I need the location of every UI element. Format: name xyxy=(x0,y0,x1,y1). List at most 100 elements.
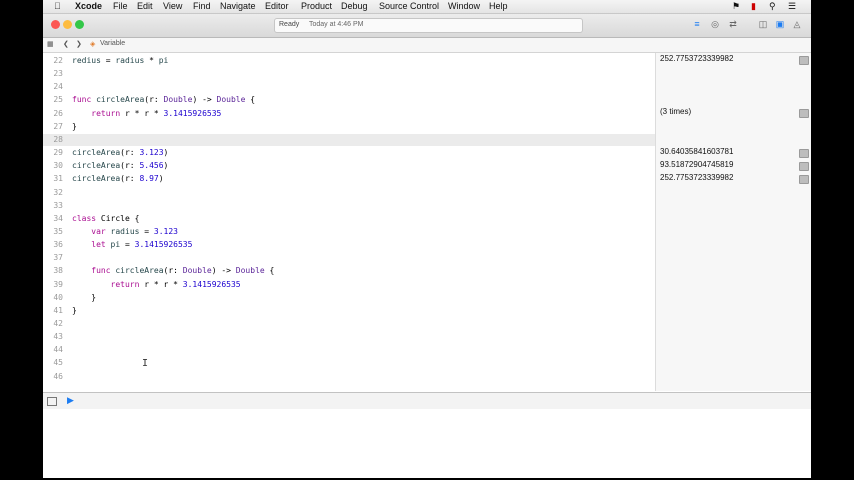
code-line-26[interactable]: 26 return r * r * 3.1415926535 xyxy=(43,107,655,120)
code-line-36[interactable]: 36 let pi = 3.1415926535 xyxy=(43,238,655,251)
standard-editor-icon[interactable]: ≡ xyxy=(689,19,705,30)
line-number: 23 xyxy=(53,69,63,79)
line-number: 43 xyxy=(53,332,63,342)
swift-file-icon: ◈ xyxy=(90,41,96,48)
line-number: 31 xyxy=(53,174,63,184)
flag-icon[interactable]: ⚑ xyxy=(732,1,740,12)
back-chevron-icon[interactable]: ❮ xyxy=(63,40,69,48)
run-playground-icon[interactable]: ▶ xyxy=(67,395,74,406)
code-line-22[interactable]: 22 redius = radius * pi xyxy=(43,54,655,67)
menu-xcode[interactable]: Xcode xyxy=(75,1,102,11)
version-editor-icon[interactable]: ⇄ xyxy=(725,19,741,30)
code-line-38[interactable]: 38 func circleArea(r: Double) -> Double … xyxy=(43,264,655,277)
line-number: 37 xyxy=(53,253,63,263)
quick-look-button[interactable] xyxy=(799,56,809,65)
status-time: Today at 4:46 PM xyxy=(309,21,364,28)
console-area[interactable] xyxy=(43,409,811,478)
jump-bar: ▦ ❮ ❯ ◈ Variable xyxy=(43,38,811,53)
line-number: 34 xyxy=(53,213,63,223)
close-window-button[interactable] xyxy=(51,20,60,29)
line-number: 33 xyxy=(53,200,63,210)
line-number: 40 xyxy=(53,292,63,302)
code-line-27[interactable]: 27} xyxy=(43,120,655,133)
results-sidebar: 252.7753723339982 (3 times) 30.640358416… xyxy=(655,53,811,391)
menu-editor[interactable]: Editor xyxy=(265,1,289,11)
line-number: 29 xyxy=(53,148,63,158)
code-line-43[interactable]: 43 xyxy=(43,330,655,343)
code-line-31[interactable]: 31 circleArea(r: 8.97) xyxy=(43,172,655,185)
result-line-29: 30.64035841603781 xyxy=(660,147,734,156)
hide-debug-area-icon[interactable] xyxy=(47,397,57,406)
line-number: 26 xyxy=(53,108,63,118)
apple-menu-icon[interactable]:  xyxy=(54,1,61,11)
code-line-44[interactable]: 44 xyxy=(43,343,655,356)
line-number: 39 xyxy=(53,279,63,289)
line-number: 36 xyxy=(53,240,63,250)
line-number: 28 xyxy=(53,134,63,144)
debug-bar: ▶ xyxy=(43,392,811,410)
quick-look-button[interactable] xyxy=(799,175,809,184)
menu-bar:  Xcode File Edit View Find Navigate Edi… xyxy=(43,0,811,14)
zoom-window-button[interactable] xyxy=(75,20,84,29)
menu-find[interactable]: Find xyxy=(193,1,211,11)
breadcrumb-file[interactable]: Variable xyxy=(100,40,125,47)
code-line-37[interactable]: 37 xyxy=(43,251,655,264)
utilities-toggle-icon[interactable]: ◬ xyxy=(789,19,805,30)
menu-window[interactable]: Window xyxy=(448,1,480,11)
quick-look-button[interactable] xyxy=(799,109,809,118)
code-line-30[interactable]: 30 circleArea(r: 5.456) xyxy=(43,159,655,172)
quick-look-button[interactable] xyxy=(799,149,809,158)
result-line-31: 252.7753723339982 xyxy=(660,173,734,182)
line-number: 27 xyxy=(53,121,63,131)
code-line-33[interactable]: 33 xyxy=(43,199,655,212)
source-editor[interactable]: 22 redius = radius * pi 23 24 25 func circleA… xyxy=(43,53,655,391)
line-number: 35 xyxy=(53,226,63,236)
menu-navigate[interactable]: Navigate xyxy=(220,1,256,11)
code-line-46[interactable]: 46 xyxy=(43,370,655,383)
line-number: 46 xyxy=(53,371,63,381)
navigator-toggle-icon[interactable]: ◫ xyxy=(755,19,771,30)
line-number: 22 xyxy=(53,56,63,65)
code-line-34[interactable]: 34 class Circle { xyxy=(43,212,655,225)
code-line-28[interactable]: 28 xyxy=(43,133,655,146)
minimize-window-button[interactable] xyxy=(63,20,72,29)
code-line-45[interactable]: 45 xyxy=(43,356,655,369)
assistant-editor-icon[interactable]: ◎ xyxy=(707,19,723,30)
code-line-40[interactable]: 40 } xyxy=(43,291,655,304)
line-number: 44 xyxy=(53,345,63,355)
code-line-29[interactable]: 29 circleArea(r: 3.123) xyxy=(43,146,655,159)
menu-view[interactable]: View xyxy=(163,1,182,11)
search-icon[interactable]: ⚲ xyxy=(769,1,776,12)
menu-source-control[interactable]: Source Control xyxy=(379,1,439,11)
menu-help[interactable]: Help xyxy=(489,1,508,11)
forward-chevron-icon[interactable]: ❯ xyxy=(76,40,82,48)
menu-edit[interactable]: Edit xyxy=(137,1,153,11)
text-cursor-icon: I xyxy=(142,358,149,369)
line-number: 32 xyxy=(53,187,63,197)
code-line-42[interactable]: 42 xyxy=(43,317,655,330)
line-number: 45 xyxy=(53,358,63,368)
code-line-39[interactable]: 39 return r * r * 3.1415926535 xyxy=(43,278,655,291)
code-line-24[interactable]: 24 xyxy=(43,80,655,93)
result-line-26: (3 times) xyxy=(660,107,692,116)
battery-icon[interactable]: ▮ xyxy=(751,1,756,12)
code-line-32[interactable]: 32 xyxy=(43,186,655,199)
line-number: 38 xyxy=(53,266,63,276)
code-line-35[interactable]: 35 var radius = 3.123 xyxy=(43,225,655,238)
quick-look-button[interactable] xyxy=(799,162,809,171)
menu-debug[interactable]: Debug xyxy=(341,1,368,11)
code-line-23[interactable]: 23 xyxy=(43,67,655,80)
line-number: 41 xyxy=(53,305,63,315)
activity-status: Ready Today at 4:46 PM xyxy=(274,18,583,33)
debug-area-toggle-icon[interactable]: ▣ xyxy=(772,19,788,30)
code-line-25[interactable]: 25 func circleArea(r: Double) -> Double { xyxy=(43,93,655,106)
result-line-30: 93.51872904745819 xyxy=(660,160,734,169)
menu-product[interactable]: Product xyxy=(301,1,332,11)
status-text: Ready xyxy=(279,21,300,28)
line-number: 30 xyxy=(53,161,63,171)
related-items-icon[interactable]: ▦ xyxy=(47,40,54,48)
line-number: 24 xyxy=(53,82,63,92)
menu-list-icon[interactable]: ☰ xyxy=(788,1,796,12)
menu-file[interactable]: File xyxy=(113,1,128,11)
code-line-41[interactable]: 41} xyxy=(43,304,655,317)
